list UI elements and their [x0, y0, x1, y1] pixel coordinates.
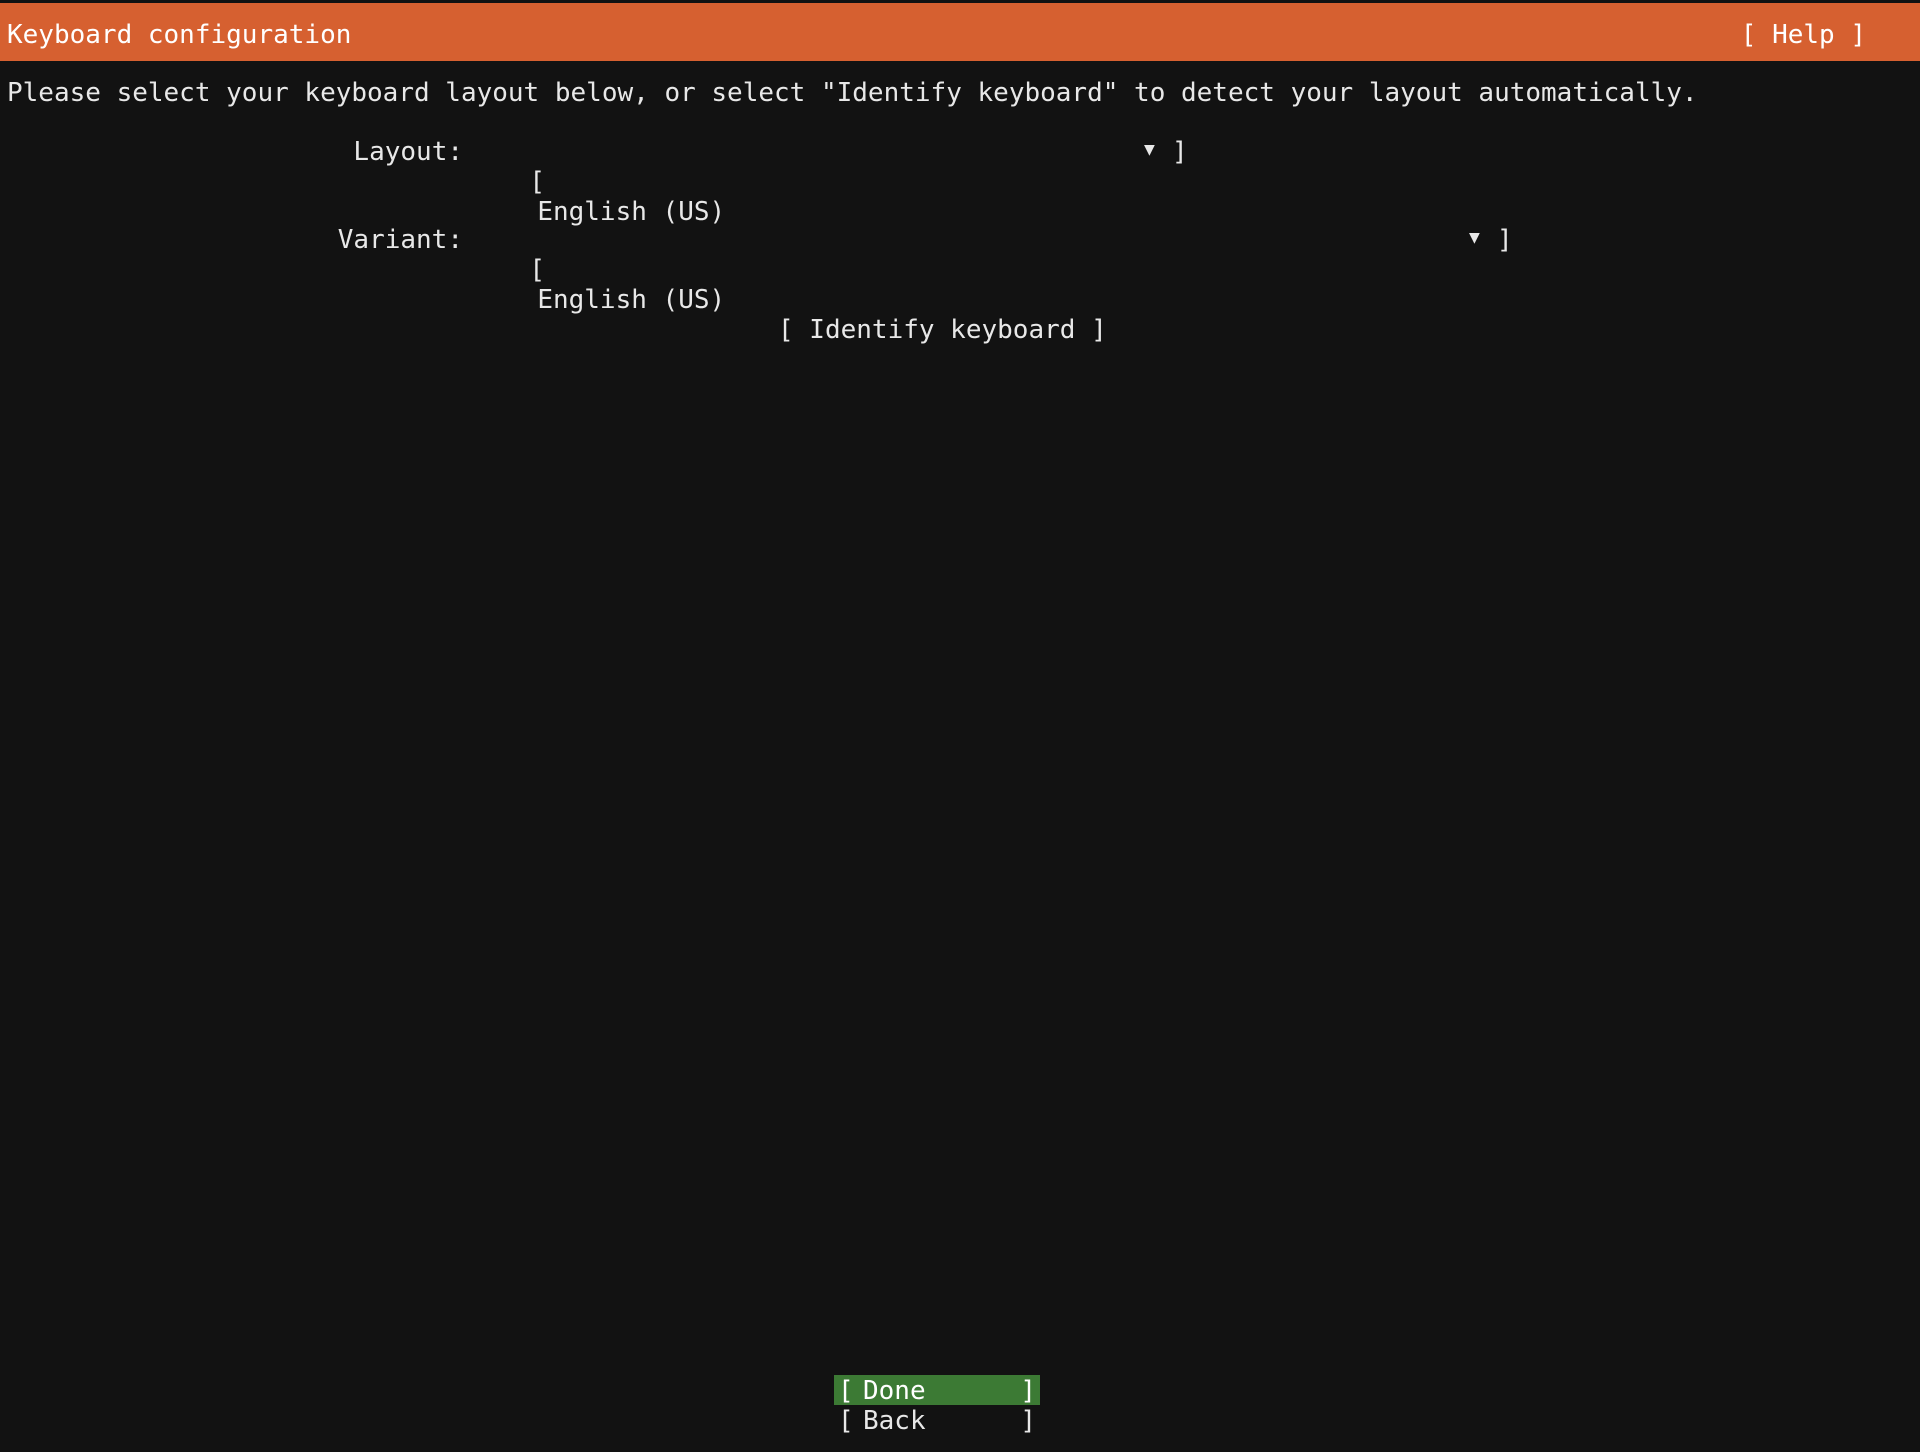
back-button[interactable]: [ Back ]	[834, 1405, 1040, 1436]
triangle-down-icon: ▼	[1469, 227, 1480, 248]
instructions-text: Please select your keyboard layout below…	[7, 78, 1698, 108]
layout-close-bracket: ]	[1172, 137, 1188, 167]
back-label: Back	[863, 1406, 926, 1436]
variant-value: English (US)	[537, 285, 726, 315]
variant-select[interactable]: [ English (US) ▼ ]	[498, 225, 1513, 375]
help-button[interactable]: [ Help ]	[1741, 20, 1866, 50]
title-bar: Keyboard configuration [ Help ]	[0, 3, 1920, 61]
done-button[interactable]: [ Done ]	[834, 1375, 1040, 1406]
done-open-bracket: [	[838, 1376, 854, 1406]
back-open-bracket: [	[838, 1406, 854, 1436]
done-label: Done	[863, 1376, 926, 1406]
layout-value: English (US)	[537, 197, 726, 227]
variant-label: Variant:	[337, 225, 463, 255]
layout-open-bracket: [	[529, 167, 545, 197]
variant-close-bracket: ]	[1497, 225, 1513, 255]
triangle-down-icon: ▼	[1144, 139, 1155, 160]
page-title: Keyboard configuration	[7, 20, 352, 50]
layout-label: Layout:	[353, 137, 463, 167]
identify-keyboard-button[interactable]: [ Identify keyboard ]	[778, 315, 1107, 345]
variant-open-bracket: [	[529, 255, 545, 285]
done-close-bracket: ]	[1020, 1376, 1036, 1406]
back-close-bracket: ]	[1020, 1406, 1036, 1436]
